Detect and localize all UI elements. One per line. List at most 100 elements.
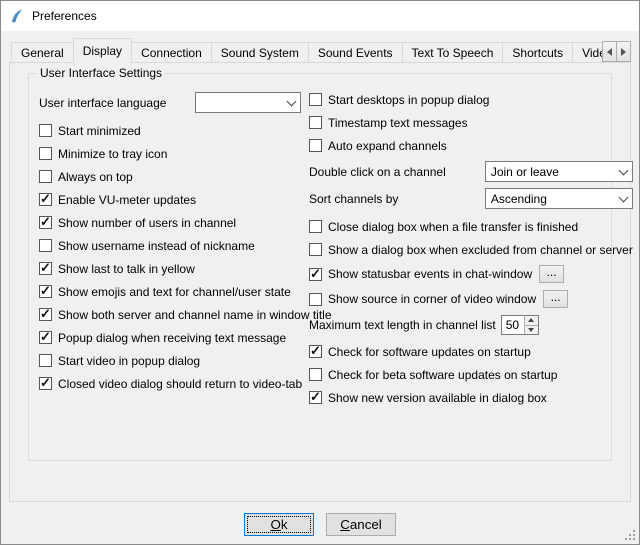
checkbox-dialog-when-excluded[interactable]: Show a dialog box when excluded from cha… [309,242,633,257]
checkbox-box[interactable] [309,345,322,358]
checkbox-box[interactable] [39,216,52,229]
tab-scroll-left-button[interactable] [602,41,617,62]
checkbox-label: Show new version available in dialog box [328,391,547,405]
cancel-button[interactable]: Cancel [326,513,396,536]
checkbox-box[interactable] [39,193,52,206]
sort-channels-row: Sort channels by Ascending [309,188,633,209]
checkbox-video-popup[interactable]: Start video in popup dialog [39,353,301,368]
checkbox-minimize-to-tray[interactable]: Minimize to tray icon [39,146,301,161]
window-title: Preferences [32,9,97,23]
tab-display[interactable]: Display [73,38,132,63]
checkbox-box[interactable] [39,377,52,390]
tab-scroll-right-button[interactable] [616,41,631,62]
checkbox-statusbar-events[interactable]: Show statusbar events in chat-window [309,267,532,281]
checkbox-show-new-version-dialog[interactable]: Show new version available in dialog box [309,390,633,405]
checkbox-always-on-top[interactable]: Always on top [39,169,301,184]
arrow-left-icon [607,48,612,56]
sort-channels-select[interactable]: Ascending [485,188,633,209]
checkbox-label: Start video in popup dialog [58,354,200,368]
sort-channels-label: Sort channels by [309,192,398,206]
checkbox-show-user-count[interactable]: Show number of users in channel [39,215,301,230]
video-source-row: Show source in corner of video window ..… [309,290,633,308]
dialog-buttons: Ok Cancel [1,513,639,536]
video-source-more-button[interactable]: ... [543,290,568,308]
checkbox-label: Show last to talk in yellow [58,262,195,276]
checkbox-box[interactable] [309,116,322,129]
left-column: User interface language Start minimized … [39,92,301,413]
checkbox-box[interactable] [309,368,322,381]
checkbox-show-username[interactable]: Show username instead of nickname [39,238,301,253]
app-icon [9,8,25,24]
checkbox-label: Show both server and channel name in win… [58,308,332,322]
checkbox-label: Closed video dialog should return to vid… [58,377,302,391]
spin-down-button[interactable] [525,325,538,335]
checkbox-server-channel-in-title[interactable]: Show both server and channel name in win… [39,307,301,322]
checkbox-label: Start minimized [58,124,141,138]
checkbox-closed-video-return[interactable]: Closed video dialog should return to vid… [39,376,301,391]
double-click-select[interactable]: Join or leave [485,161,633,182]
checkbox-box[interactable] [39,124,52,137]
double-click-label: Double click on a channel [309,165,446,179]
checkbox-box[interactable] [39,354,52,367]
checkbox-label: Enable VU-meter updates [58,193,196,207]
chevron-down-icon [615,189,632,208]
ok-button[interactable]: Ok [244,513,314,536]
language-row: User interface language [39,92,301,113]
language-select[interactable] [195,92,301,113]
tab-text-to-speech[interactable]: Text To Speech [402,42,504,62]
checkbox-check-updates[interactable]: Check for software updates on startup [309,344,633,359]
cancel-button-label: C [340,517,350,532]
checkbox-label: Minimize to tray icon [58,147,167,161]
checkbox-label: Show emojis and text for channel/user st… [58,285,291,299]
spinner-buttons [524,316,538,334]
tab-general[interactable]: General [11,42,74,62]
checkbox-box[interactable] [39,239,52,252]
checkbox-box[interactable] [39,331,52,344]
checkbox-close-on-transfer-finished[interactable]: Close dialog box when a file transfer is… [309,219,633,234]
checkbox-box[interactable] [309,268,322,281]
tab-sound-events[interactable]: Sound Events [308,42,403,62]
checkbox-box[interactable] [309,139,322,152]
checkbox-label: Check for software updates on startup [328,345,531,359]
checkbox-label: Show statusbar events in chat-window [328,267,532,281]
checkbox-box[interactable] [309,93,322,106]
resize-grip[interactable] [625,530,636,541]
spin-up-button[interactable] [525,316,538,325]
cancel-button-label-rest: ancel [350,517,382,532]
checkbox-label: Popup dialog when receiving text message [58,331,286,345]
tab-sound-system[interactable]: Sound System [211,42,309,62]
max-text-length-spinner[interactable]: 50 [501,315,539,335]
tab-connection[interactable]: Connection [131,42,212,62]
checkbox-box[interactable] [39,262,52,275]
checkbox-box[interactable] [309,220,322,233]
checkbox-video-source-corner[interactable]: Show source in corner of video window [309,292,536,306]
checkbox-timestamp-messages[interactable]: Timestamp text messages [309,115,633,130]
title-bar[interactable]: Preferences [1,1,639,31]
chevron-down-icon [283,93,300,112]
checkbox-box[interactable] [309,391,322,404]
checkbox-box[interactable] [309,293,322,306]
tab-shortcuts[interactable]: Shortcuts [502,42,573,62]
chevron-down-icon [615,162,632,181]
checkbox-box[interactable] [39,147,52,160]
checkbox-box[interactable] [39,285,52,298]
checkbox-last-to-talk-yellow[interactable]: Show last to talk in yellow [39,261,301,276]
right-column: Start desktops in popup dialog Timestamp… [309,92,633,413]
checkbox-start-minimized[interactable]: Start minimized [39,123,301,138]
spinner-value: 50 [502,316,524,334]
checkbox-enable-vu-meter[interactable]: Enable VU-meter updates [39,192,301,207]
checkbox-label: Auto expand channels [328,139,447,153]
statusbar-events-more-button[interactable]: ... [539,265,564,283]
checkbox-show-emojis[interactable]: Show emojis and text for channel/user st… [39,284,301,299]
arrow-right-icon [621,48,626,56]
checkbox-auto-expand-channels[interactable]: Auto expand channels [309,138,633,153]
checkbox-popup-text-message[interactable]: Popup dialog when receiving text message [39,330,301,345]
double-click-row: Double click on a channel Join or leave [309,161,633,182]
sort-channels-select-value: Ascending [491,192,547,206]
checkbox-check-beta-updates[interactable]: Check for beta software updates on start… [309,367,633,382]
checkbox-box[interactable] [39,170,52,183]
max-text-length-row: Maximum text length in channel list 50 [309,315,633,335]
checkbox-box[interactable] [39,308,52,321]
checkbox-box[interactable] [309,243,322,256]
checkbox-desktops-popup[interactable]: Start desktops in popup dialog [309,92,633,107]
